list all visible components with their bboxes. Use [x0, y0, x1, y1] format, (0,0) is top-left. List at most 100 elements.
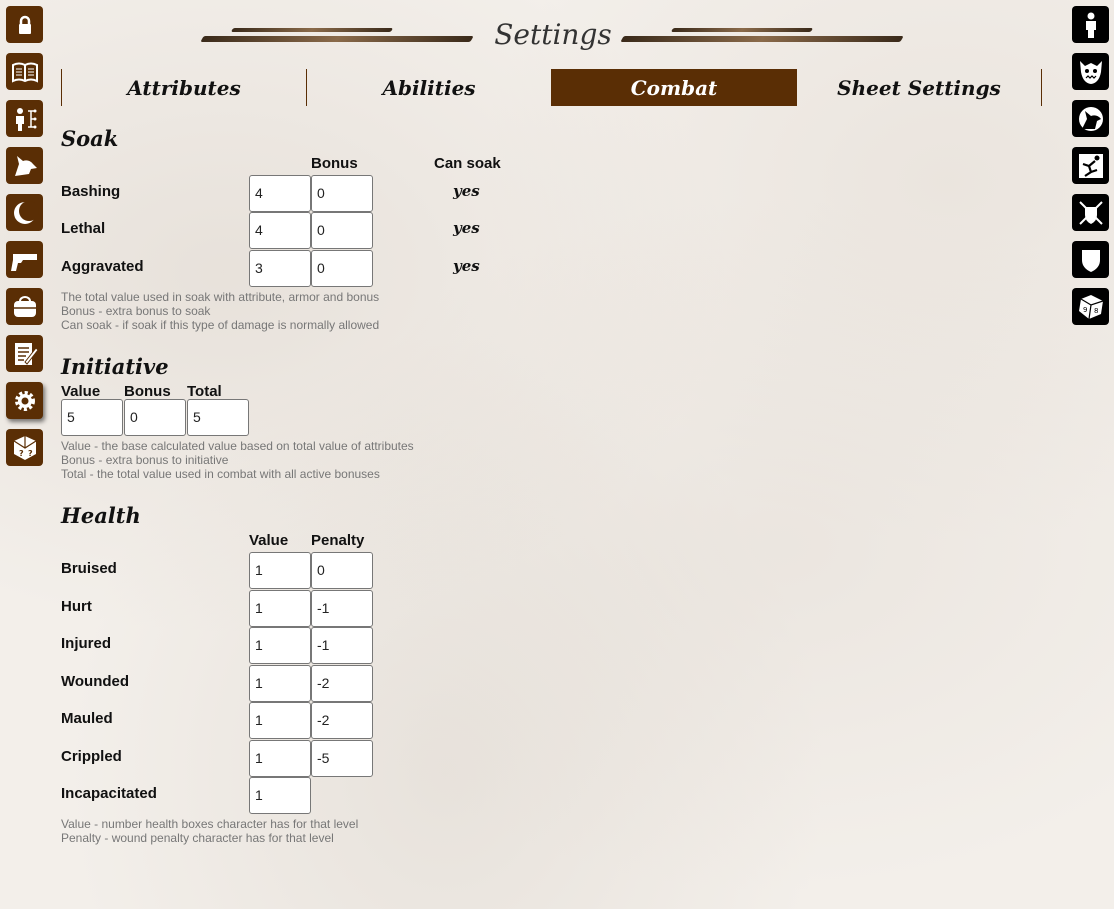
initiative-note: Total - the total value used in combat w…: [61, 467, 380, 481]
lock-icon: [18, 15, 31, 34]
shield-button[interactable]: [1072, 241, 1109, 278]
health-hurt-label: Hurt: [61, 598, 92, 615]
character-tree-button[interactable]: [6, 100, 43, 137]
soak-note: Can soak - if soak if this type of damag…: [61, 318, 380, 332]
soak-lethal-can-soak: yes: [453, 219, 480, 237]
soak-can-soak-header: Can soak: [434, 155, 501, 172]
settings-button[interactable]: [6, 382, 43, 419]
book-button[interactable]: [6, 53, 43, 90]
svg-text:8: 8: [1094, 307, 1098, 315]
left-sidebar: ??: [6, 6, 43, 476]
shield-icon: [1081, 249, 1100, 272]
person-icon: [1085, 12, 1096, 38]
crossed-swords-shield-icon: [1078, 200, 1103, 225]
health-injured-label: Injured: [61, 635, 112, 652]
soak-note: Bonus - extra bonus to soak: [61, 304, 211, 318]
initiative-value-header: Value: [61, 383, 101, 400]
health-mauled-value[interactable]: 1: [249, 702, 311, 739]
health-hurt-value[interactable]: 1: [249, 590, 311, 627]
tab-bar: Attributes Abilities Combat Sheet Settin…: [61, 69, 1042, 106]
health-mauled-penalty[interactable]: -2: [311, 702, 373, 739]
person-button[interactable]: [1072, 6, 1109, 43]
monster-face-button[interactable]: [1072, 53, 1109, 90]
health-note: Penalty - wound penalty character has fo…: [61, 831, 334, 845]
svg-text:9: 9: [1083, 306, 1087, 314]
soak-lethal-label: Lethal: [61, 220, 106, 237]
health-wounded-penalty[interactable]: -2: [311, 665, 373, 702]
wolf-howl-icon: [1078, 106, 1103, 131]
health-title: Health: [61, 503, 141, 528]
monster-face-icon: [1079, 60, 1102, 84]
health-crippled-label: Crippled: [61, 748, 122, 765]
pistol-icon: [10, 253, 37, 271]
bag-icon: [13, 295, 36, 317]
pistol-button[interactable]: [6, 241, 43, 278]
health-incapacitated-label: Incapacitated: [61, 785, 157, 802]
initiative-bonus-header: Bonus: [124, 383, 171, 400]
dice-button[interactable]: 98: [1072, 288, 1109, 325]
initiative-note: Value - the base calculated value based …: [61, 439, 414, 453]
tab-combat[interactable]: Combat: [551, 69, 796, 106]
soak-lethal-value[interactable]: 4: [249, 212, 311, 249]
health-wounded-value[interactable]: 1: [249, 665, 311, 702]
wolf-head-icon: [14, 155, 37, 176]
initiative-bonus-field[interactable]: 0: [124, 399, 186, 436]
health-incapacitated-value[interactable]: 1: [249, 777, 311, 814]
lock-button[interactable]: [6, 6, 43, 43]
dice-icon: 98: [1078, 294, 1103, 319]
health-value-header: Value: [249, 532, 289, 549]
crossed-swords-button[interactable]: [1072, 194, 1109, 231]
svg-text:?: ?: [19, 449, 24, 458]
health-bruised-penalty[interactable]: 0: [311, 552, 373, 589]
health-mauled-label: Mauled: [61, 710, 113, 727]
soak-aggravated-label: Aggravated: [61, 258, 144, 275]
svg-text:?: ?: [28, 449, 33, 458]
health-bruised-label: Bruised: [61, 560, 117, 577]
initiative-value-field[interactable]: 5: [61, 399, 123, 436]
acrobat-button[interactable]: [1072, 147, 1109, 184]
initiative-total-field[interactable]: 5: [187, 399, 249, 436]
soak-bonus-header: Bonus: [311, 155, 358, 172]
soak-aggravated-bonus[interactable]: 0: [311, 250, 373, 287]
notes-button[interactable]: [6, 335, 43, 372]
soak-note: The total value used in soak with attrib…: [61, 290, 380, 304]
acrobat-icon: [1078, 153, 1103, 178]
moon-icon: [13, 200, 39, 224]
health-hurt-penalty[interactable]: -1: [311, 590, 373, 627]
soak-aggravated-can-soak: yes: [453, 257, 480, 275]
initiative-note: Bonus - extra bonus to initiative: [61, 453, 229, 467]
right-sidebar: 98: [1072, 6, 1109, 335]
health-bruised-value[interactable]: 1: [249, 552, 311, 589]
dice-question-button[interactable]: ??: [6, 429, 43, 466]
notes-icon: [14, 342, 39, 365]
wolf-howl-button[interactable]: [1072, 100, 1109, 137]
soak-bashing-label: Bashing: [61, 183, 121, 200]
character-tree-icon: [15, 107, 36, 131]
wolf-head-button[interactable]: [6, 147, 43, 184]
health-penalty-header: Penalty: [311, 532, 365, 549]
health-injured-penalty[interactable]: -1: [311, 627, 373, 664]
initiative-total-header: Total: [187, 383, 222, 400]
banner-title: Settings: [494, 18, 612, 51]
soak-aggravated-value[interactable]: 3: [249, 250, 311, 287]
book-icon: [11, 62, 38, 83]
soak-bashing-bonus[interactable]: 0: [311, 175, 373, 212]
dice-question-icon: ??: [13, 435, 36, 460]
moon-button[interactable]: [6, 194, 43, 231]
health-crippled-penalty[interactable]: -5: [311, 740, 373, 777]
health-injured-value[interactable]: 1: [249, 627, 311, 664]
soak-bashing-value[interactable]: 4: [249, 175, 311, 212]
settings-banner: Settings: [192, 16, 914, 56]
soak-bashing-can-soak: yes: [453, 182, 480, 200]
health-wounded-label: Wounded: [61, 673, 130, 690]
soak-lethal-bonus[interactable]: 0: [311, 212, 373, 249]
tab-attributes[interactable]: Attributes: [61, 69, 306, 106]
bag-button[interactable]: [6, 288, 43, 325]
soak-title: Soak: [61, 126, 119, 151]
gear-icon: [14, 390, 35, 411]
tab-abilities[interactable]: Abilities: [306, 69, 551, 106]
initiative-title: Initiative: [61, 354, 169, 379]
tab-sheet-settings[interactable]: Sheet Settings: [796, 69, 1042, 106]
health-note: Value - number health boxes character ha…: [61, 817, 359, 831]
health-crippled-value[interactable]: 1: [249, 740, 311, 777]
